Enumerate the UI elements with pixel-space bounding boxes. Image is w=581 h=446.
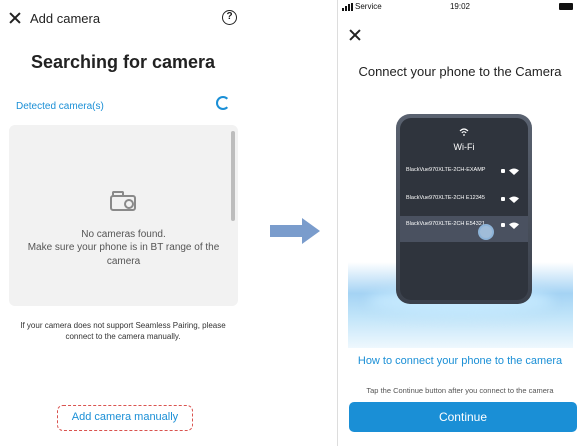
loading-spinner-icon xyxy=(216,96,230,110)
clock: 19:02 xyxy=(449,2,471,11)
wifi-network-item: BlackVue970XLTE-2CH E12345 xyxy=(400,190,528,216)
network-name: BlackVue970XLTE-2CH E12345 xyxy=(406,195,485,201)
connect-heading: Connect your phone to the Camera xyxy=(358,64,562,79)
how-to-connect-link[interactable]: How to connect your phone to the camera xyxy=(338,355,581,367)
add-camera-screen: Add camera ? Searching for camera Detect… xyxy=(0,0,246,446)
wifi-icon xyxy=(509,168,519,175)
network-name: BlackVue970XLTE-2CH-EXAMP xyxy=(406,167,486,173)
continue-tip: Tap the Continue button after you connec… xyxy=(366,386,554,395)
wifi-icon xyxy=(509,196,519,203)
searching-heading: Searching for camera xyxy=(30,52,216,72)
help-icon[interactable]: ? xyxy=(222,10,237,25)
touch-indicator-icon xyxy=(478,224,494,240)
connect-phone-screen: Service 19:02 Connect your phone to the … xyxy=(337,0,581,446)
lock-icon xyxy=(501,223,505,227)
wifi-network-item: BlackVue970XLTE-2CH-EXAMP xyxy=(400,162,528,188)
add-camera-manually-button[interactable]: Add camera manually xyxy=(57,405,193,431)
page-title: Add camera xyxy=(30,11,101,26)
wifi-icon xyxy=(459,128,469,136)
no-cameras-message: No cameras found. xyxy=(81,229,166,240)
wifi-network-item-selected: BlackVue970XLTE-2CH E54321 xyxy=(400,216,528,242)
close-icon[interactable] xyxy=(7,10,23,26)
camera-icon xyxy=(110,191,136,211)
header: Add camera ? xyxy=(0,0,246,40)
bt-range-hint: Make sure your phone is in BT range of t… xyxy=(27,242,220,267)
status-bar: Service 19:02 xyxy=(338,0,581,14)
seamless-pairing-note: If your camera does not support Seamless… xyxy=(20,321,226,341)
close-icon[interactable] xyxy=(348,28,362,42)
lock-icon xyxy=(501,197,505,201)
wifi-label: Wi-Fi xyxy=(453,142,475,152)
continue-button[interactable]: Continue xyxy=(349,402,577,432)
phone-illustration: Wi-Fi BlackVue970XLTE-2CH-EXAMP BlackVue… xyxy=(396,114,532,304)
camera-list: No cameras found. Make sure your phone i… xyxy=(9,125,238,306)
wifi-illustration: Wi-Fi BlackVue970XLTE-2CH-EXAMP BlackVue… xyxy=(348,112,573,348)
scrollbar[interactable] xyxy=(231,131,235,221)
right-arrow-icon xyxy=(270,218,320,244)
wifi-icon xyxy=(509,222,519,229)
battery-icon xyxy=(559,3,573,10)
lock-icon xyxy=(501,169,505,173)
detected-cameras-label: Detected camera(s) xyxy=(16,101,104,112)
